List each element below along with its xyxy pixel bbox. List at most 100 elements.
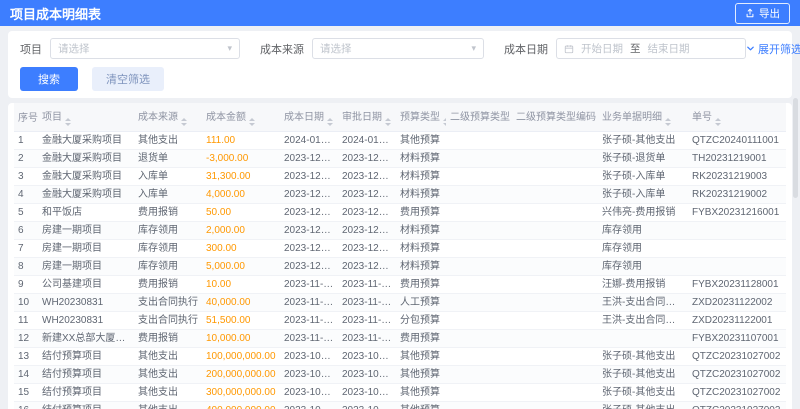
cell-budget_type2 bbox=[446, 149, 512, 168]
table-row: 15 结付预算项目 其他支出 300,000,000.00 2023-10-27 2023… bbox=[14, 383, 786, 402]
cell-no: 16 bbox=[14, 401, 38, 409]
table-row: 3 金融大厦采购项目 入库单 31,300.00 2023-12-19 2023-12-1… bbox=[14, 167, 786, 186]
cell-biz_doc: 张子硕-其他支出 bbox=[598, 383, 688, 402]
cell-budget_type2 bbox=[446, 257, 512, 276]
search-button[interactable]: 搜索 bbox=[20, 67, 78, 91]
cell-no: 14 bbox=[14, 365, 38, 384]
cell-cost_date: 2023-12-19 bbox=[280, 185, 338, 204]
sort-icon[interactable] bbox=[385, 118, 391, 126]
cell-approve_date: 2023-12-11 bbox=[338, 257, 396, 276]
cell-cost_date: 2023-11-22 bbox=[280, 311, 338, 330]
cell-approve_date: 2024-01-11 bbox=[338, 131, 396, 150]
cell-budget_type: 人工预算 bbox=[396, 293, 446, 312]
cell-budget_type2_code bbox=[512, 347, 598, 366]
cell-source: 库存领用 bbox=[134, 239, 202, 258]
cell-source: 支出合同执行 bbox=[134, 311, 202, 330]
cell-source: 其他支出 bbox=[134, 401, 202, 409]
export-button[interactable]: 导出 bbox=[735, 2, 790, 24]
cell-cost_date: 2023-10-27 bbox=[280, 383, 338, 402]
table-row: 4 金融大厦采购项目 入库单 4,000.00 2023-12-19 2023-12-19… bbox=[14, 185, 786, 204]
cell-no: 6 bbox=[14, 221, 38, 240]
cell-amount: 10,000.00 bbox=[202, 329, 280, 348]
cell-doc_no: RK20231219003 bbox=[688, 167, 786, 186]
table-row: 5 和平饭店 费用报销 50.00 2023-12-16 2023-12-16 费用预算 兴伟… bbox=[14, 203, 786, 222]
cell-project: 房建一期项目 bbox=[38, 257, 134, 276]
source-select[interactable]: 请选择 ▾ bbox=[312, 38, 484, 59]
cell-doc_no: FYBX20231107001 bbox=[688, 329, 786, 348]
cell-approve_date: 2023-12-19 bbox=[338, 149, 396, 168]
cell-approve_date: 2023-12-19 bbox=[338, 185, 396, 204]
column-header-label: 二级预算类型编码 bbox=[516, 112, 596, 123]
cell-project: 房建一期项目 bbox=[38, 221, 134, 240]
cell-cost_date: 2023-11-28 bbox=[280, 275, 338, 294]
column-header-label: 业务单据明细 bbox=[602, 112, 662, 123]
cell-budget_type: 材料预算 bbox=[396, 167, 446, 186]
cell-source: 费用报销 bbox=[134, 203, 202, 222]
expand-filters-label: 展开筛选 bbox=[758, 43, 800, 56]
cell-source: 费用报销 bbox=[134, 275, 202, 294]
cell-no: 7 bbox=[14, 239, 38, 258]
date-filter: 成本日期 开始日期 至 结束日期 bbox=[504, 38, 746, 59]
cell-cost_date: 2023-12-16 bbox=[280, 203, 338, 222]
cell-biz_doc: 张子硕-入库单 bbox=[598, 167, 688, 186]
cell-budget_type2 bbox=[446, 329, 512, 348]
cell-cost_date: 2023-11-07 bbox=[280, 329, 338, 348]
scrollbar[interactable] bbox=[793, 98, 798, 198]
column-header: 序号 bbox=[14, 103, 38, 132]
cell-doc_no bbox=[688, 239, 786, 258]
table-row: 9 公司基建项目 费用报销 10.00 2023-11-28 2023-11-28 费用预算… bbox=[14, 275, 786, 294]
cell-source: 入库单 bbox=[134, 185, 202, 204]
sort-icon[interactable] bbox=[665, 118, 671, 126]
column-header: 二级预算类型编码 bbox=[512, 103, 598, 132]
cell-budget_type2_code bbox=[512, 131, 598, 150]
sort-icon[interactable] bbox=[715, 118, 721, 126]
column-header-label: 成本金额 bbox=[206, 112, 246, 123]
cell-budget_type2_code bbox=[512, 167, 598, 186]
filter-row: 项目 请选择 ▾ 成本来源 请选择 ▾ 成本日期 开始日期 至 结束日期 展开筛… bbox=[20, 38, 800, 59]
cell-source: 退货单 bbox=[134, 149, 202, 168]
chevron-down-icon: ▾ bbox=[227, 43, 232, 53]
cell-project: 结付预算项目 bbox=[38, 365, 134, 384]
cell-cost_date: 2023-12-11 bbox=[280, 221, 338, 240]
source-filter-label: 成本来源 bbox=[260, 43, 304, 56]
clear-filters-button[interactable]: 清空筛选 bbox=[92, 67, 164, 91]
cell-doc_no: FYBX20231216001 bbox=[688, 203, 786, 222]
cell-project: 结付预算项目 bbox=[38, 347, 134, 366]
cell-doc_no: QTZC20231027002 bbox=[688, 347, 786, 366]
cell-doc_no bbox=[688, 257, 786, 276]
column-header-label: 单号 bbox=[692, 112, 712, 123]
cell-biz_doc: 张子硕-退货单 bbox=[598, 149, 688, 168]
project-select[interactable]: 请选择 ▾ bbox=[50, 38, 240, 59]
project-filter: 项目 请选择 ▾ bbox=[20, 38, 240, 59]
cell-amount: 10.00 bbox=[202, 275, 280, 294]
cell-budget_type2 bbox=[446, 365, 512, 384]
cell-doc_no: QTZC20231027002 bbox=[688, 401, 786, 409]
export-button-label: 导出 bbox=[759, 7, 780, 20]
cell-biz_doc: 张子硕-其他支出 bbox=[598, 365, 688, 384]
filter-panel: 项目 请选择 ▾ 成本来源 请选择 ▾ 成本日期 开始日期 至 结束日期 展开筛… bbox=[8, 31, 800, 98]
table-row: 16结付预算项目其他支出400,000,000.002023-10-272023… bbox=[14, 401, 786, 409]
cell-cost_date: 2023-12-11 bbox=[280, 239, 338, 258]
cell-source: 其他支出 bbox=[134, 365, 202, 384]
column-header-label: 成本来源 bbox=[138, 112, 178, 123]
sort-icon[interactable] bbox=[65, 118, 71, 126]
cell-project: 结付预算项目 bbox=[38, 401, 134, 409]
cost-date-range-picker[interactable]: 开始日期 至 结束日期 bbox=[556, 38, 746, 59]
cell-amount: 5,000.00 bbox=[202, 257, 280, 276]
cell-approve_date: 2023-12-11 bbox=[338, 239, 396, 258]
cell-budget_type2 bbox=[446, 185, 512, 204]
cell-no: 11 bbox=[14, 311, 38, 330]
sort-icon[interactable] bbox=[327, 118, 333, 126]
cell-budget_type: 材料预算 bbox=[396, 149, 446, 168]
cell-budget_type: 材料预算 bbox=[396, 221, 446, 240]
cell-budget_type2 bbox=[446, 383, 512, 402]
cell-project: 金融大厦采购项目 bbox=[38, 149, 134, 168]
cell-budget_type2 bbox=[446, 311, 512, 330]
sort-icon[interactable] bbox=[443, 118, 446, 126]
table-row: 10 WH20230831 支出合同执行 40,000.00 2023-11-22 202… bbox=[14, 293, 786, 312]
sort-icon[interactable] bbox=[181, 118, 187, 126]
expand-filters-link[interactable]: 展开筛选 bbox=[746, 41, 800, 57]
sort-icon[interactable] bbox=[249, 118, 255, 126]
column-header: 预算类型 bbox=[396, 103, 446, 132]
cell-source: 其他支出 bbox=[134, 347, 202, 366]
